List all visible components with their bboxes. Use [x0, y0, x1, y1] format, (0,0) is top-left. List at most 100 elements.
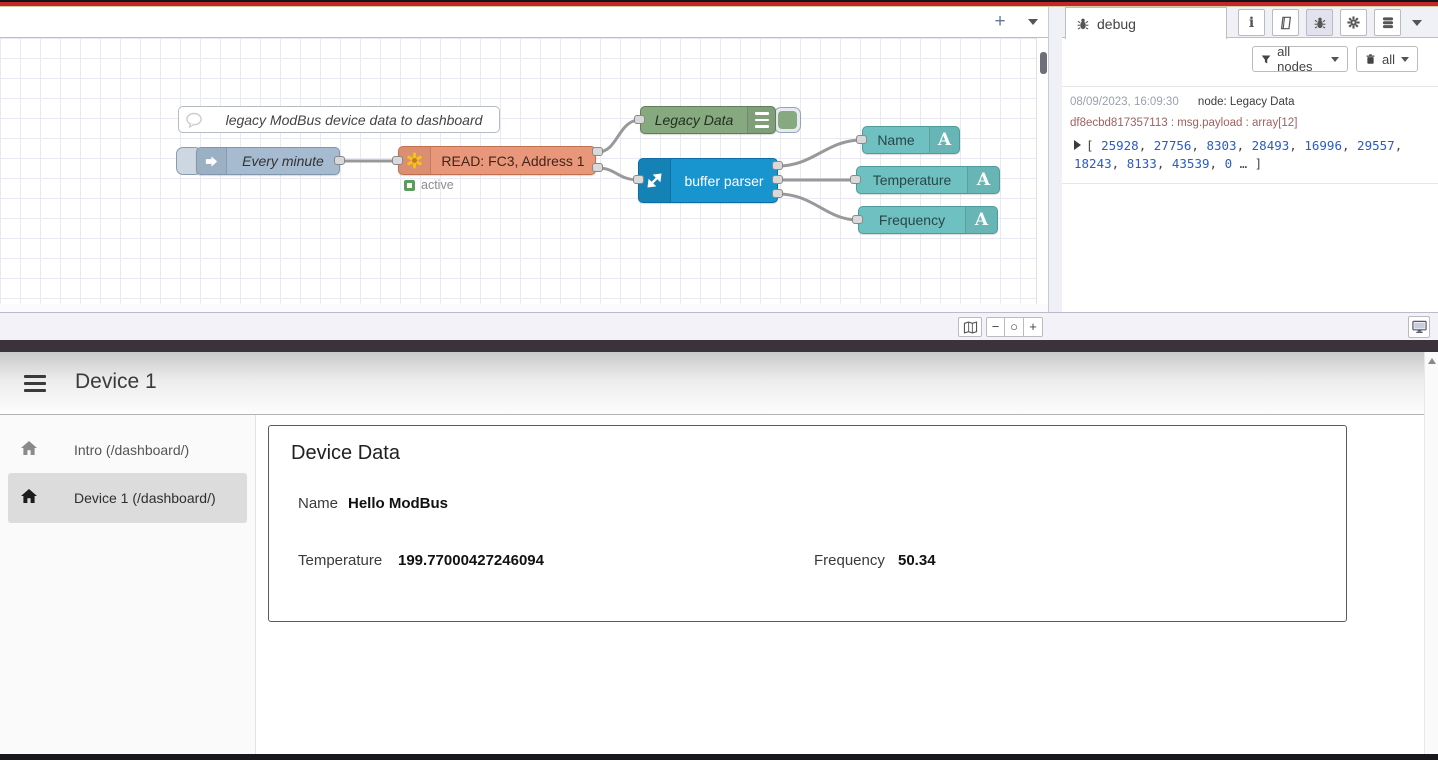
monitor-icon — [1412, 320, 1427, 334]
debug-input-port[interactable] — [634, 115, 645, 124]
status-ring-icon — [404, 180, 415, 191]
clear-messages-button[interactable]: all — [1356, 46, 1418, 72]
parser-node-label: buffer parser — [671, 173, 777, 189]
zoom-in-button[interactable]: + — [1024, 317, 1043, 337]
database-icon — [1381, 16, 1395, 30]
config-nodes-tab-button[interactable] — [1340, 9, 1367, 36]
filter-nodes-label: all nodes — [1277, 44, 1325, 74]
dashboard-nav: Intro (/dashboard/) Device 1 (/dashboard… — [0, 415, 256, 754]
modbus-read-node[interactable]: READ: FC3, Address 1 — [398, 146, 596, 175]
hamburger-menu-icon[interactable] — [24, 375, 46, 397]
modbus-output-port-1[interactable] — [592, 147, 603, 156]
help-tab-button[interactable] — [1272, 9, 1299, 36]
workspace-tabbar: + — [0, 7, 1048, 38]
dashboard-scrollbar[interactable] — [1424, 352, 1438, 754]
modbus-output-port-2[interactable] — [592, 163, 603, 172]
comment-node-label: legacy ModBus device data to dashboard — [209, 112, 499, 128]
home-icon — [20, 440, 38, 461]
flow-canvas[interactable]: legacy ModBus device data to dashboard E… — [0, 38, 1036, 304]
flow-list-caret-icon[interactable] — [1028, 19, 1038, 25]
dashboard-header: Device 1 — [0, 352, 1438, 415]
window-separator — [0, 340, 1438, 352]
ui-text-name-input-port[interactable] — [856, 135, 867, 144]
debug-enable-toggle[interactable] — [774, 107, 801, 133]
caret-down-icon — [1401, 57, 1409, 62]
ui-text-frequency-node[interactable]: Frequency A — [858, 206, 998, 234]
expand-caret-icon[interactable] — [1074, 140, 1081, 150]
sidebar-menu-caret-icon[interactable] — [1412, 20, 1422, 26]
comment-node[interactable]: legacy ModBus device data to dashboard — [178, 106, 500, 133]
debug-sidebar: debug i all nodes — [1062, 7, 1438, 312]
nav-item-intro-label: Intro (/dashboard/) — [74, 442, 189, 458]
inject-node[interactable]: Every minute — [196, 147, 340, 175]
scroll-up-arrow-icon[interactable] — [1428, 358, 1436, 364]
card-title: Device Data — [291, 442, 400, 465]
name-field-value: Hello ModBus — [348, 495, 448, 512]
sidebar-splitter[interactable] — [1048, 7, 1062, 340]
zoom-reset-button[interactable]: ○ — [1005, 317, 1024, 337]
device-data-card: Device Data Name Hello ModBus Temperatur… — [268, 425, 1347, 622]
clear-messages-label: all — [1382, 52, 1395, 67]
parser-output-port-3[interactable] — [772, 189, 783, 198]
frequency-field-label: Frequency — [814, 552, 885, 569]
temperature-field-label: Temperature — [298, 552, 382, 569]
modbus-input-port[interactable] — [392, 156, 403, 165]
editor-footer: − ○ + — [0, 312, 1438, 340]
screen: + legacy ModBus device data to dashboard — [0, 0, 1438, 760]
buffer-parser-node[interactable]: buffer parser — [638, 158, 778, 203]
funnel-icon — [1261, 54, 1271, 65]
tab-debug-label: debug — [1097, 16, 1136, 32]
zoom-controls: − ○ + — [986, 317, 1043, 337]
ui-text-name-node[interactable]: Name A — [862, 126, 960, 154]
ui-text-temperature-input-port[interactable] — [850, 175, 861, 184]
scrollbar-thumb[interactable] — [1040, 52, 1047, 74]
temperature-field-value: 199.77000427246094 — [398, 552, 544, 569]
filter-nodes-button[interactable]: all nodes — [1252, 46, 1348, 72]
bug-icon — [1076, 17, 1090, 31]
context-data-tab-button[interactable] — [1374, 9, 1401, 36]
inject-arrow-icon — [197, 148, 227, 174]
nav-item-device-1[interactable]: Device 1 (/dashboard/) — [8, 473, 247, 523]
book-icon — [1279, 16, 1293, 30]
parser-input-port[interactable] — [633, 175, 644, 184]
info-tab-button[interactable]: i — [1238, 9, 1265, 36]
dashboard-main: Device Data Name Hello ModBus Temperatur… — [256, 415, 1424, 754]
navigator-toggle-button[interactable] — [958, 317, 982, 337]
bug-icon — [1313, 16, 1327, 30]
modbus-node-label: READ: FC3, Address 1 — [431, 153, 595, 169]
debug-message-timestamp: 08/09/2023, 16:09:30 — [1070, 96, 1179, 108]
inject-node-label: Every minute — [227, 153, 339, 169]
debug-message[interactable]: 08/09/2023, 16:09:30 node: Legacy Data d… — [1062, 86, 1438, 184]
parser-output-port-1[interactable] — [772, 161, 783, 170]
zoom-out-button[interactable]: − — [986, 317, 1005, 337]
canvas-horizontal-scrollbar[interactable] — [0, 304, 1048, 312]
ui-text-temperature-label: Temperature — [857, 172, 967, 188]
ui-text-temperature-node[interactable]: Temperature A — [856, 166, 1000, 194]
debug-legacy-data-node[interactable]: Legacy Data — [640, 106, 776, 134]
info-icon: i — [1249, 15, 1254, 31]
ui-text-frequency-input-port[interactable] — [852, 215, 863, 224]
map-icon — [963, 321, 978, 334]
debug-message-source[interactable]: node: Legacy Data — [1198, 96, 1295, 108]
debug-tab-button[interactable] — [1306, 9, 1333, 36]
ui-text-frequency-label: Frequency — [859, 212, 965, 228]
text-a-icon: A — [929, 127, 959, 153]
debug-message-path: df8ecbd817357113 : msg.payload : array[1… — [1070, 117, 1430, 129]
nav-item-intro[interactable]: Intro (/dashboard/) — [8, 428, 247, 472]
parser-output-port-2[interactable] — [772, 175, 783, 184]
canvas-vertical-scrollbar[interactable] — [1036, 38, 1048, 304]
debug-filter-row: all nodes all — [1062, 38, 1438, 74]
tab-debug[interactable]: debug — [1065, 7, 1227, 39]
comment-icon — [179, 107, 209, 132]
sidebar-tabbar: debug i — [1062, 7, 1438, 38]
inject-output-port[interactable] — [334, 156, 345, 165]
modbus-node-status: active — [404, 178, 454, 192]
name-field-label: Name — [298, 495, 338, 512]
gear-icon — [1346, 15, 1361, 30]
text-a-icon: A — [965, 207, 997, 233]
debug-message-payload[interactable]: [ 25928, 27756, 8303, 28493, 16996, 2955… — [1070, 137, 1430, 173]
add-flow-button[interactable]: + — [988, 10, 1012, 34]
open-debug-window-button[interactable] — [1408, 316, 1430, 338]
modbus-icon — [399, 147, 431, 174]
window-bottom-edge — [0, 754, 1438, 760]
